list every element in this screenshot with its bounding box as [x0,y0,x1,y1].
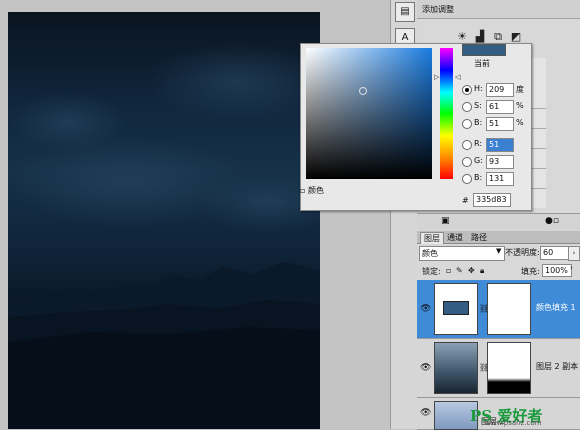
lock-label: 锁定: [422,267,441,276]
document-canvas[interactable] [8,12,320,429]
field-label: B: [474,173,483,182]
hex-input[interactable]: 335d83 [473,193,511,207]
lock-pixels-icon[interactable]: ✎ [456,266,463,275]
opacity-input[interactable]: 60 [540,246,570,260]
tab-channels[interactable]: 通道 [444,232,466,243]
radio-s[interactable] [462,102,472,112]
field-input[interactable]: 93 [486,155,514,169]
field-input[interactable]: 131 [486,172,514,186]
field-label: B: [474,118,483,127]
eye-icon[interactable]: 👁︎ [420,363,431,373]
radio-b[interactable] [462,119,472,129]
fill-color-thumbnail [443,301,469,315]
eye-icon[interactable]: 👁︎ [420,304,431,314]
field-input[interactable]: 51 [486,138,514,152]
eye-icon[interactable]: 👁︎ [420,408,431,418]
landscape-image [8,42,320,429]
mask-thumbnail[interactable] [487,283,531,335]
hue-arrow-left-icon[interactable]: ▷ [434,73,439,81]
current-label: 当前 [474,59,490,68]
panel-bottom-bar: ▣ ●▫ [417,213,580,230]
radio-g[interactable] [462,157,472,167]
opacity-label: 不透明度: [505,248,540,257]
new-color-swatch [462,44,506,56]
lock-all-icon[interactable]: 🔒︎ [480,266,484,276]
layers-tabbar: 图层 通道 路径 [417,231,580,244]
color-marker[interactable] [359,87,367,95]
field-label: S: [474,101,482,110]
field-input[interactable]: 51 [486,117,514,131]
saturation-brightness-field[interactable] [306,48,432,179]
layer-row[interactable]: 👁︎ ⛓ 颜色填充 1 [417,280,580,339]
field-label: H: [474,84,483,93]
layer-name[interactable]: 颜色填充 1 [536,302,576,313]
chevron-down-icon[interactable]: ▼ [496,247,501,255]
tab-paths[interactable]: 路径 [468,232,490,243]
hex-hash: # [462,196,469,205]
field-unit: 度 [516,85,524,94]
field-unit: % [516,101,524,110]
radio-blue[interactable] [462,174,472,184]
tab-layers[interactable]: 图层 [420,232,444,244]
radio-h[interactable] [462,85,472,95]
mask-icon[interactable]: ●▫ [545,216,559,226]
history-panel-icon[interactable]: ▤ [395,2,415,22]
radio-r[interactable] [462,140,472,150]
field-label: G: [474,156,483,165]
field-unit: % [516,118,524,127]
fill-slider-button[interactable]: › [570,264,578,276]
image-icon[interactable]: ▣ [441,216,450,226]
brightness-icon[interactable]: ☀ [455,30,469,44]
mask-thumbnail[interactable] [487,342,531,394]
lock-position-icon[interactable]: ✥ [468,266,475,275]
exposure-icon[interactable]: ◩ [509,30,523,44]
blend-mode-select[interactable]: 颜色 [419,246,505,261]
field-label: R: [474,139,483,148]
color-only-label: 颜色 [307,186,324,195]
fill-input[interactable]: 100% [542,264,572,277]
field-input[interactable]: 61 [486,100,514,114]
watermark-url: www.psahz.com [485,419,542,427]
only-web-colors-checkbox[interactable]: ▫ 颜色 [300,185,324,196]
layer-name[interactable]: 图层 2 副本 [536,361,578,372]
opacity-slider-button[interactable]: › [568,246,580,261]
layer-row[interactable]: 👁︎ ⛓ 图层 2 副本 [417,339,580,398]
lock-transparency-icon[interactable]: ▫ [446,266,451,275]
layer-thumbnail[interactable] [434,342,478,394]
curves-icon[interactable]: ⧉ [491,30,505,44]
levels-icon[interactable]: ▟ [473,30,487,44]
hue-slider[interactable] [440,48,453,179]
adjustments-title: 添加调整 [422,5,454,14]
field-input[interactable]: 209 [486,83,514,97]
checkbox-icon: ▫ [300,186,306,195]
layer-thumbnail[interactable] [434,283,478,335]
hue-arrow-right-icon[interactable]: ◁ [455,73,460,81]
fill-label: 填充: [521,267,540,276]
